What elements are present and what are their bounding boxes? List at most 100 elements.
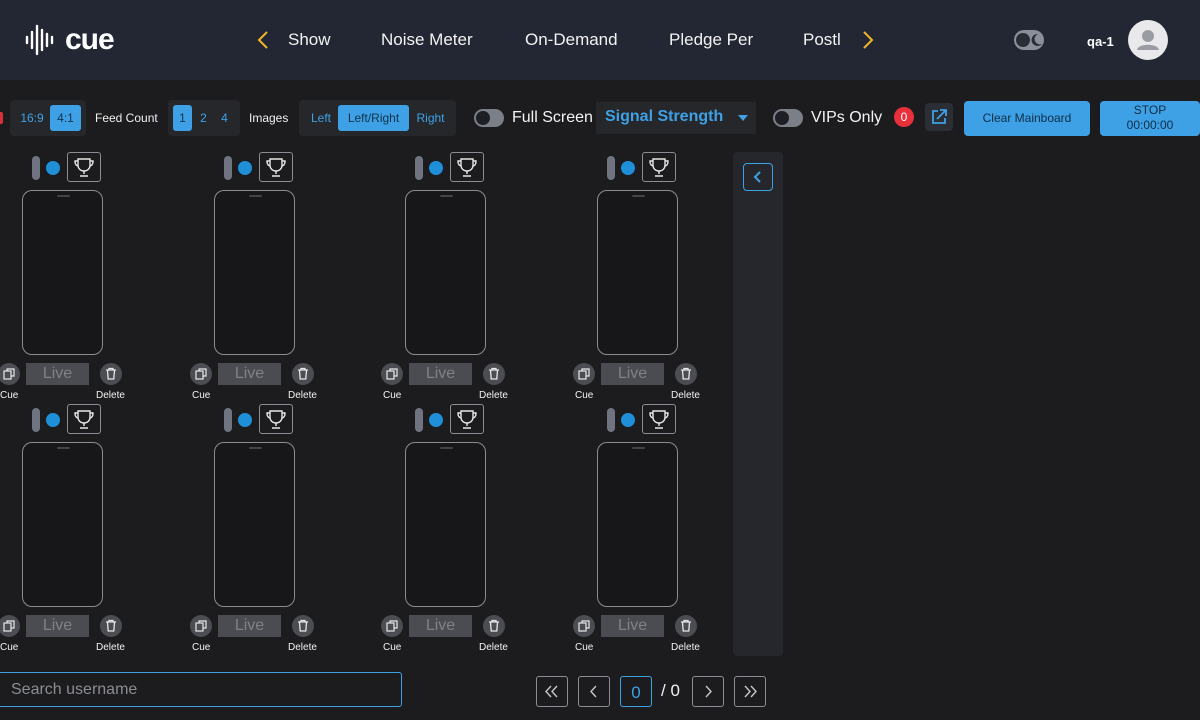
feed-toggle[interactable] <box>224 156 232 180</box>
cue-button[interactable] <box>190 363 212 385</box>
feed-toggle[interactable] <box>415 156 423 180</box>
trophy-icon <box>649 158 669 177</box>
fullscreen-switch[interactable] <box>474 109 504 127</box>
popout-button[interactable] <box>925 103 953 131</box>
feed-toggle[interactable] <box>607 408 615 432</box>
trophy-button[interactable] <box>642 152 676 182</box>
cue-icon <box>578 368 590 380</box>
top-nav-bar: cue Show Noise Meter On-Demand Pledge Pe… <box>0 0 1200 80</box>
phone-notch <box>632 447 645 449</box>
aspect-4-1-button[interactable]: 4:1 <box>50 105 81 131</box>
side-panel <box>733 152 783 656</box>
feed-toggle[interactable] <box>224 408 232 432</box>
collapse-panel-button[interactable] <box>743 163 773 191</box>
next-page-button[interactable] <box>692 676 724 707</box>
live-button[interactable]: Live <box>218 615 281 637</box>
tab-pledge-per[interactable]: Pledge Per <box>669 30 753 50</box>
phone-notch <box>249 447 262 449</box>
cue-button[interactable] <box>381 615 403 637</box>
cue-button[interactable] <box>381 363 403 385</box>
clear-mainboard-button[interactable]: Clear Mainboard <box>964 101 1090 136</box>
trophy-button[interactable] <box>450 404 484 434</box>
feed-toggle[interactable] <box>607 156 615 180</box>
trophy-button[interactable] <box>67 404 101 434</box>
cue-button[interactable] <box>0 615 20 637</box>
cue-logo[interactable]: cue <box>25 24 115 56</box>
stop-label: STOP <box>1133 103 1167 117</box>
first-page-button[interactable] <box>536 676 568 707</box>
trophy-button[interactable] <box>67 152 101 182</box>
tab-noise-meter[interactable]: Noise Meter <box>381 30 473 50</box>
nav-prev-button[interactable] <box>252 28 276 52</box>
live-button[interactable]: Live <box>218 363 281 385</box>
caret-down-icon <box>738 115 748 121</box>
phone-preview[interactable] <box>214 442 295 607</box>
stop-button[interactable]: STOP 00:00:00 <box>1100 101 1200 136</box>
cue-button[interactable] <box>573 363 595 385</box>
trophy-button[interactable] <box>259 404 293 434</box>
phone-preview[interactable] <box>214 190 295 355</box>
cue-label: Cue <box>383 390 402 401</box>
live-button[interactable]: Live <box>601 363 664 385</box>
image-left-button[interactable]: Left <box>304 105 338 131</box>
phone-preview[interactable] <box>405 190 486 355</box>
last-page-button[interactable] <box>734 676 766 707</box>
trophy-icon <box>74 410 94 429</box>
live-button[interactable]: Live <box>26 615 89 637</box>
cue-button[interactable] <box>190 615 212 637</box>
delete-button[interactable] <box>100 615 122 637</box>
trophy-button[interactable] <box>450 152 484 182</box>
delete-button[interactable] <box>100 363 122 385</box>
trophy-button[interactable] <box>259 152 293 182</box>
prev-page-button[interactable] <box>578 676 610 707</box>
trash-icon <box>681 619 691 632</box>
stop-timer: 00:00:00 <box>1126 118 1174 132</box>
logo-waveform-icon <box>25 24 54 56</box>
trash-icon <box>298 619 308 632</box>
fullscreen-label: Full Screen <box>512 109 593 126</box>
vips-only-switch[interactable] <box>773 109 803 127</box>
delete-button[interactable] <box>675 363 697 385</box>
search-input[interactable] <box>0 672 402 707</box>
cue-label: Cue <box>192 642 211 653</box>
live-button[interactable]: Live <box>409 363 472 385</box>
live-button[interactable]: Live <box>601 615 664 637</box>
phone-preview[interactable] <box>22 442 103 607</box>
feed-count-1-button[interactable]: 1 <box>173 105 192 131</box>
live-button[interactable]: Live <box>409 615 472 637</box>
feed-toggle[interactable] <box>32 408 40 432</box>
phone-preview[interactable] <box>22 190 103 355</box>
delete-button[interactable] <box>292 615 314 637</box>
page-total: / 0 <box>661 681 680 700</box>
image-right-button[interactable]: Right <box>411 105 450 131</box>
delete-button[interactable] <box>483 363 505 385</box>
sort-select[interactable]: Signal Strength <box>596 102 756 134</box>
feed-toggle[interactable] <box>32 156 40 180</box>
phone-preview[interactable] <box>597 190 678 355</box>
cue-button[interactable] <box>573 615 595 637</box>
user-icon <box>1137 30 1159 50</box>
status-indicator <box>0 112 3 124</box>
avatar[interactable] <box>1128 20 1168 60</box>
delete-button[interactable] <box>675 615 697 637</box>
phone-preview[interactable] <box>405 442 486 607</box>
phone-preview[interactable] <box>597 442 678 607</box>
aspect-16-9-button[interactable]: 16:9 <box>16 105 48 131</box>
theme-toggle[interactable] <box>1014 30 1044 50</box>
trophy-button[interactable] <box>642 404 676 434</box>
current-page-input[interactable]: 0 <box>620 676 652 707</box>
live-button[interactable]: Live <box>26 363 89 385</box>
tab-show[interactable]: Show <box>288 30 331 50</box>
nav-next-button[interactable] <box>855 28 879 52</box>
delete-button[interactable] <box>292 363 314 385</box>
feed-toggle[interactable] <box>415 408 423 432</box>
delete-button[interactable] <box>483 615 505 637</box>
cue-button[interactable] <box>0 363 20 385</box>
trophy-icon <box>457 158 477 177</box>
feed-count-label: Feed Count <box>95 111 158 125</box>
tab-on-demand[interactable]: On-Demand <box>525 30 618 50</box>
feed-count-4-button[interactable]: 4 <box>215 105 234 131</box>
image-left-right-button[interactable]: Left/Right <box>338 105 409 131</box>
feed-count-2-button[interactable]: 2 <box>194 105 213 131</box>
tab-postl[interactable]: Postl <box>803 30 843 50</box>
